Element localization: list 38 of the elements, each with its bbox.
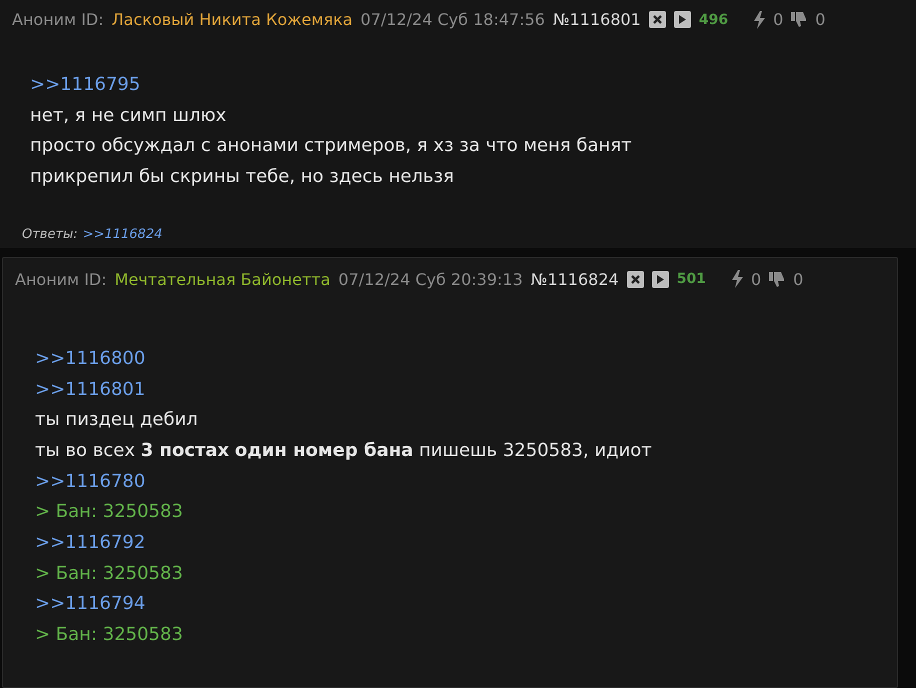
post-count: 501 xyxy=(676,271,706,288)
post-date: 07/12/24 Суб 18:47:56 xyxy=(360,10,545,29)
dislike-count: 0 xyxy=(815,10,826,29)
close-icon[interactable] xyxy=(648,11,666,28)
reply-link[interactable]: >>1116795 xyxy=(30,70,896,101)
reply-link[interactable]: >>1116792 xyxy=(35,528,877,559)
play-icon[interactable] xyxy=(674,11,691,28)
reply-link[interactable]: >>1116800 xyxy=(35,344,877,375)
post-text: ты во всех 3 постах один номер бана пишешь 3250583, идиот xyxy=(35,438,653,463)
post-text: ты пиздец дебил xyxy=(35,408,199,432)
quote-text: > Бан: 3250583 xyxy=(35,623,184,648)
post-number[interactable]: №1116824 xyxy=(530,270,619,289)
post-date: 07/12/24 Суб 20:39:13 xyxy=(338,270,523,289)
reply-link[interactable]: >>1116794 xyxy=(35,589,877,620)
replies-label: Ответы: xyxy=(22,226,78,242)
author-label: Аноним ID: xyxy=(15,270,107,289)
thumbs-down-icon[interactable] xyxy=(769,270,786,288)
quote-text: > Бан: 3250583 xyxy=(35,500,184,524)
close-icon[interactable] xyxy=(626,270,644,288)
play-icon[interactable] xyxy=(652,270,669,288)
quote-text: > Бан: 3250583 xyxy=(35,562,184,586)
lightning-icon[interactable] xyxy=(732,270,743,288)
post-number[interactable]: №1116801 xyxy=(552,10,641,29)
post-count: 496 xyxy=(698,12,728,28)
thumbs-down-icon[interactable] xyxy=(791,11,808,28)
poster-name: Ласковый Никита Кожемяка xyxy=(112,10,353,29)
post-text: прикрепил бы скрины тебе, но здесь нельзя xyxy=(30,165,455,190)
reply-link[interactable]: >>1116824 xyxy=(82,226,162,242)
like-count: 0 xyxy=(750,270,762,289)
poster-name: Мечтательная Байонетта xyxy=(114,270,330,289)
post-text: нет, я не симп шлюх xyxy=(30,104,228,128)
dislike-count: 0 xyxy=(793,270,804,289)
reply-link[interactable]: >>1116801 xyxy=(35,374,877,406)
like-count: 0 xyxy=(773,10,784,29)
author-label: Аноним ID: xyxy=(12,10,104,29)
post-text: просто обсуждал с анонами стримеров, я хз за что меня банят xyxy=(30,134,633,158)
lightning-icon[interactable] xyxy=(754,10,766,28)
reply-link[interactable]: >>1116780 xyxy=(35,466,877,498)
